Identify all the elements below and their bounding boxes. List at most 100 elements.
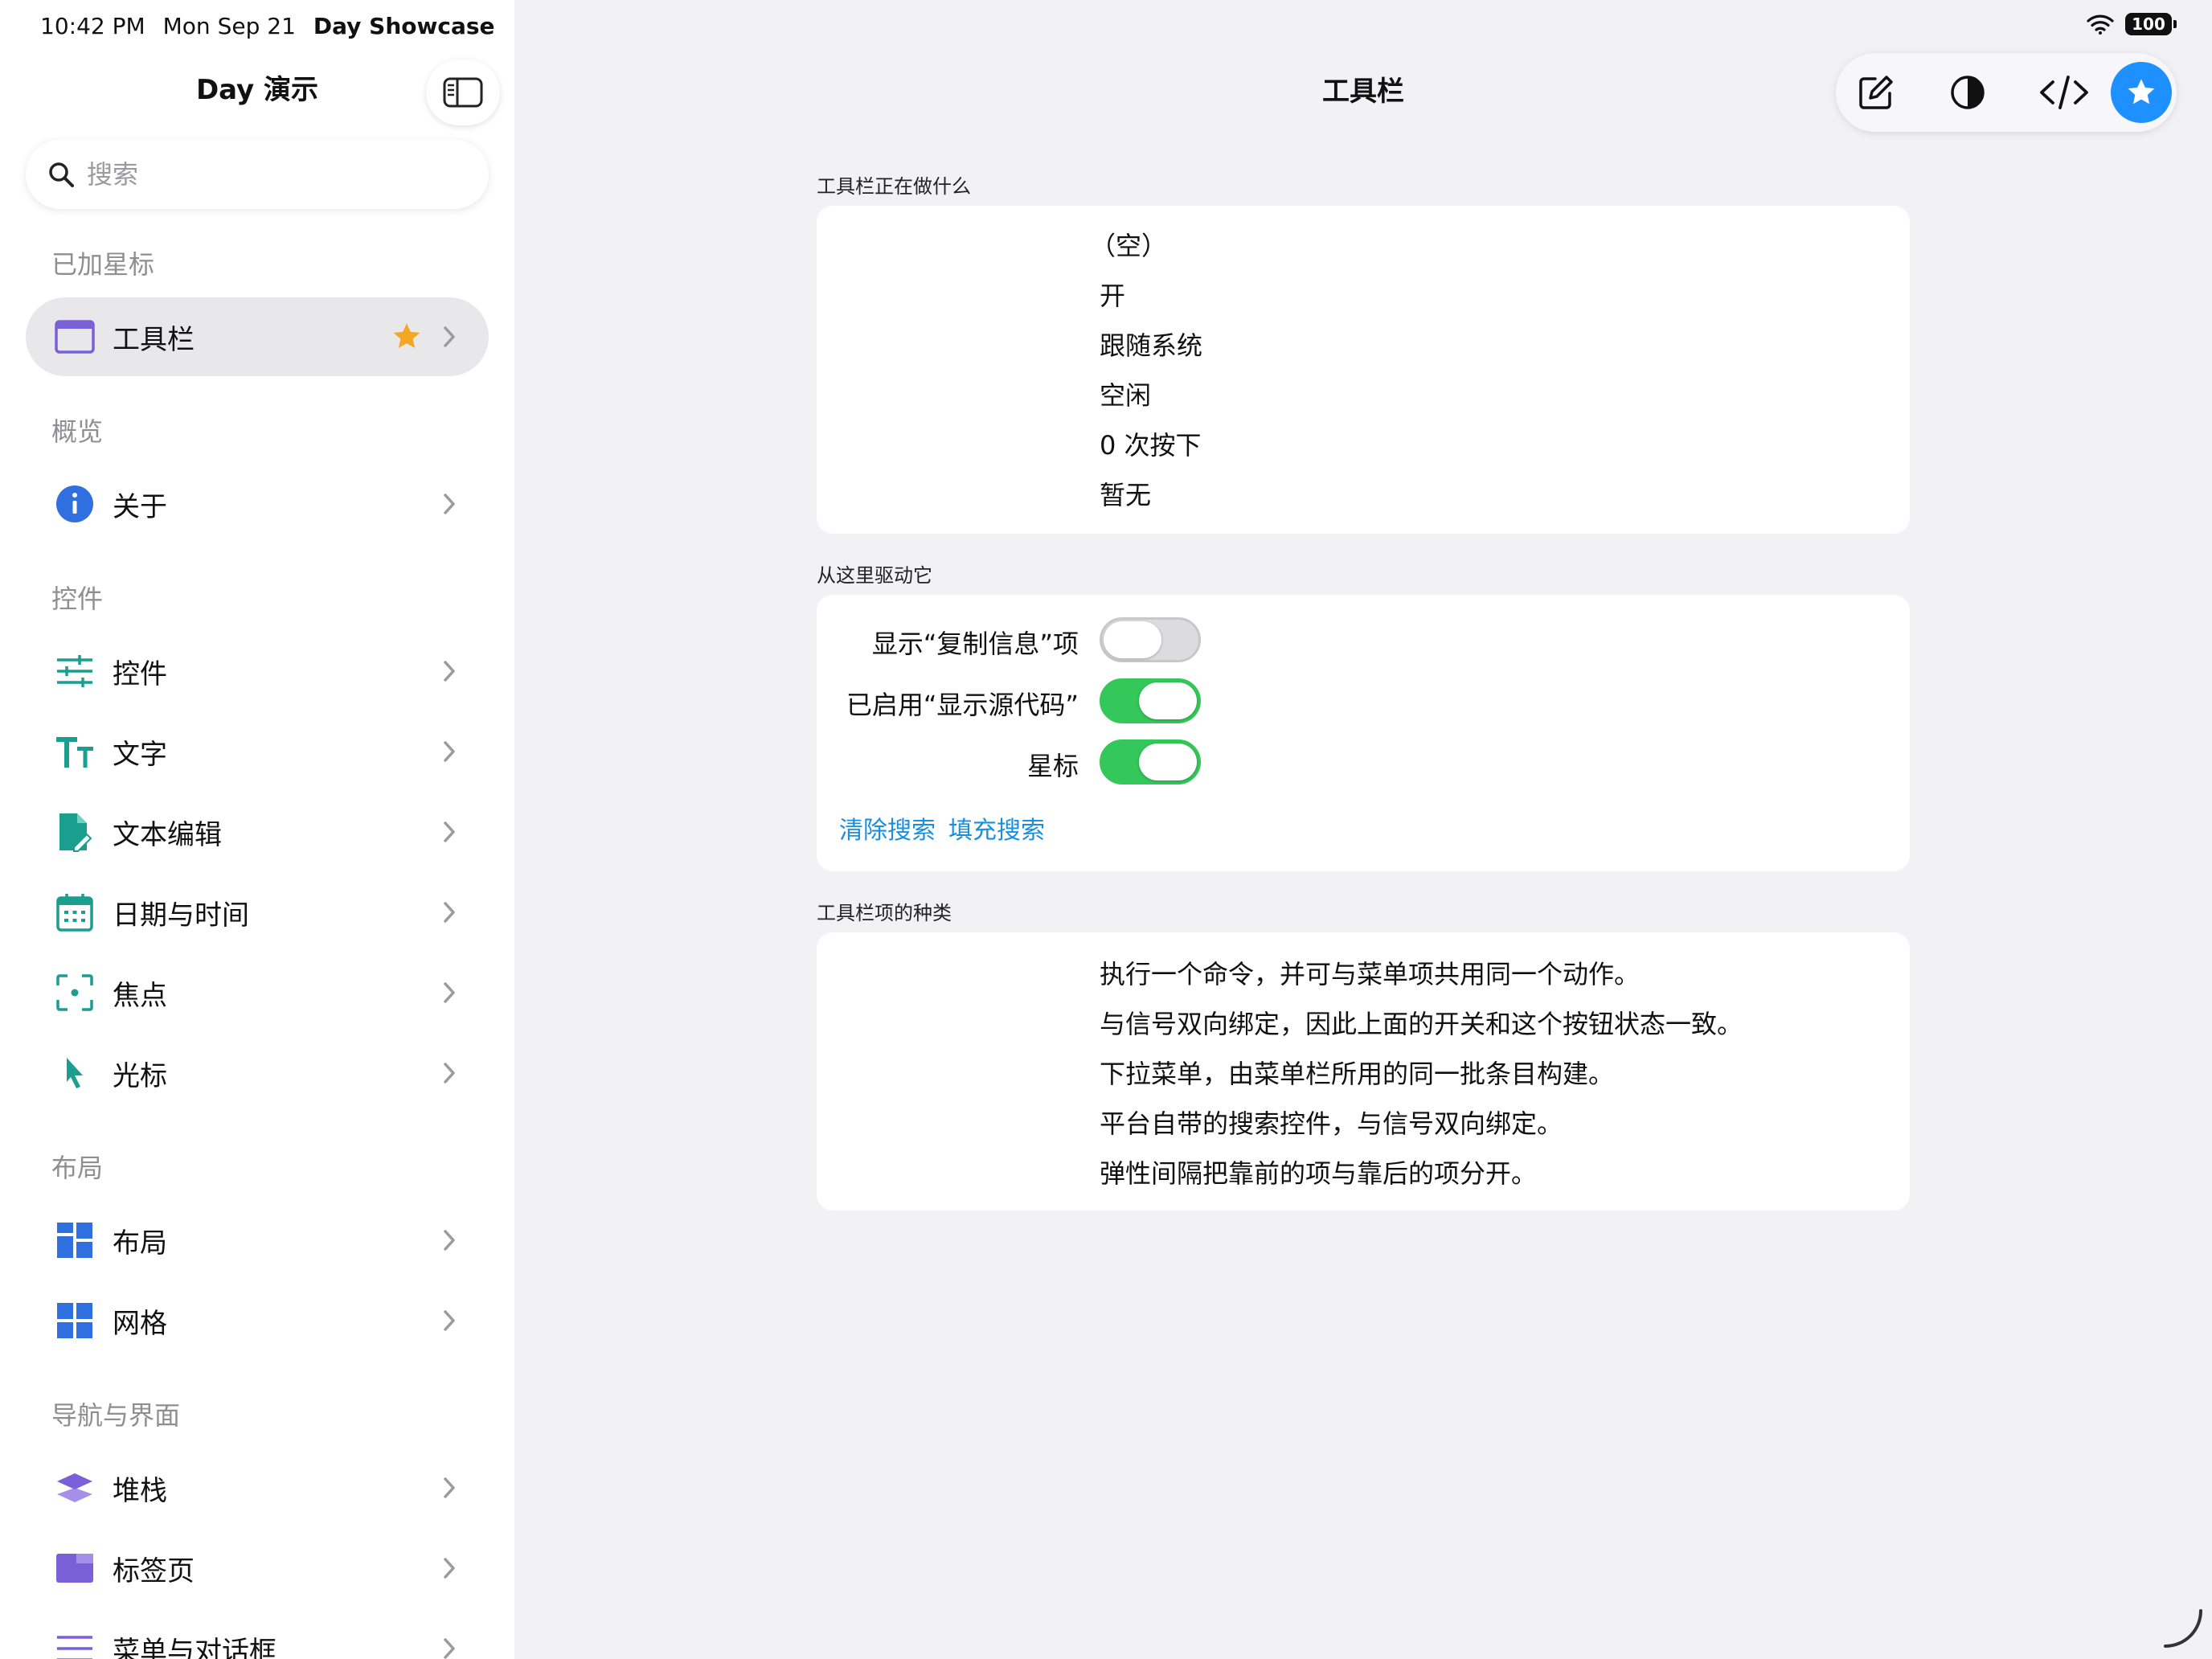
toggle-label: 已启用“显示源代码” [846, 690, 1079, 720]
battery-indicator: 100 [2125, 13, 2177, 35]
toggle-row-star: 星标 [817, 739, 1910, 788]
star-icon [2128, 79, 2155, 104]
appearance-icon [1951, 76, 1985, 109]
sidebar-item-label: 控件 [113, 657, 167, 690]
stack-icon [53, 1466, 96, 1509]
kind-description: 弹性间隔把靠前的项与靠后的项分开。 [1100, 1158, 1538, 1189]
chevron-right-icon [437, 1057, 461, 1089]
compose-button[interactable] [1845, 62, 1907, 123]
window-icon [53, 315, 96, 358]
kind-description: 与信号双向绑定，因此上面的开关和这个按钮状态一致。 [1100, 1009, 1743, 1039]
sidebar-search[interactable] [26, 140, 489, 209]
chevron-right-icon [437, 977, 461, 1009]
compose-icon [1859, 76, 1893, 109]
sidebar-item-date-time[interactable]: 日期与时间 [26, 873, 489, 952]
resize-handle-icon[interactable] [2162, 1608, 2204, 1649]
star-switch[interactable] [1100, 739, 1201, 784]
chevron-right-icon [437, 1305, 461, 1337]
sidebar-item-label: 文字 [113, 738, 167, 771]
sliders-icon [53, 649, 96, 693]
kinds-section-label: 工具栏项的种类 [817, 902, 952, 924]
tabs-icon [53, 1546, 96, 1590]
chevron-right-icon [437, 1552, 461, 1584]
source-code-icon [2040, 76, 2088, 109]
status-value: 开 [1100, 281, 1126, 311]
chevron-right-icon [437, 321, 461, 353]
search-icon [49, 162, 74, 187]
layout-grid-icon [53, 1219, 96, 1262]
section-header-controls: 控件 [51, 584, 104, 614]
appearance-button[interactable] [1937, 62, 1998, 123]
kinds-card: 按钮 执行一个命令，并可与菜单项共用同一个动作。 开关 与信号双向绑定，因此上面… [817, 932, 1910, 1210]
fill-search-button[interactable]: 填充搜索 [948, 810, 1045, 846]
calendar-icon [53, 891, 96, 934]
status-value: （空） [1090, 231, 1168, 261]
wifi-icon [2087, 14, 2114, 35]
sidebar-item-label: 工具栏 [113, 323, 195, 356]
section-header-layout: 布局 [51, 1153, 104, 1183]
main-content: 100 工具栏 工具栏正在做什么 （空） 开 跟随系统 空闲 0 次按下 暂无 … [514, 0, 2212, 1659]
status-bar-left: 10:42 PM Mon Sep 21 Day Showcase [40, 13, 495, 39]
sidebar-item-text[interactable]: 文字 [26, 712, 489, 791]
toggle-label: 星标 [1026, 751, 1079, 781]
sidebar-item-cursor[interactable]: 光标 [26, 1034, 489, 1112]
status-card: 搜索文字 （空） 星标 开 外观 跟随系统 录制器 空闲 按下次数 0 次按下 … [817, 206, 1910, 534]
status-bar-right: 100 [2087, 13, 2177, 35]
source-code-button[interactable] [2034, 62, 2095, 123]
star-button[interactable] [2111, 62, 2172, 123]
status-value: 0 次按下 [1100, 430, 1202, 461]
star-icon [391, 321, 423, 353]
kind-description: 平台自带的搜索控件，与信号双向绑定。 [1100, 1108, 1563, 1139]
chevron-right-icon [437, 1632, 461, 1659]
sidebar-item-label: 网格 [113, 1307, 167, 1340]
sidebar-item-toolbar[interactable]: 工具栏 [26, 297, 489, 376]
sidebar-toggle-button[interactable] [426, 59, 500, 125]
drive-section-label: 从这里驱动它 [817, 564, 932, 587]
menu-icon [53, 1627, 96, 1659]
kind-description: 下拉菜单，由菜单栏所用的同一批条目构建。 [1100, 1059, 1615, 1089]
drive-card: 显示“复制信息”项 已启用“显示源代码” 星标 清除搜索 填充搜索 [817, 595, 1910, 871]
status-section-label: 工具栏正在做什么 [817, 175, 971, 198]
sidebar-item-label: 菜单与对话框 [113, 1635, 276, 1659]
sidebar-item-layout[interactable]: 布局 [26, 1201, 489, 1280]
sidebar-item-menus-dialogs[interactable]: 菜单与对话框 [26, 1609, 489, 1659]
search-input[interactable] [87, 159, 457, 190]
sidebar-item-label: 关于 [113, 490, 167, 523]
focus-icon [53, 971, 96, 1014]
status-value: 空闲 [1100, 380, 1152, 411]
sidebar-item-label: 焦点 [113, 979, 167, 1012]
chevron-right-icon [437, 896, 461, 928]
text-size-icon [53, 730, 96, 773]
sidebar-item-grid[interactable]: 网格 [26, 1281, 489, 1360]
section-header-overview: 概览 [51, 416, 104, 447]
chevron-right-icon [437, 1224, 461, 1256]
chevron-right-icon [437, 816, 461, 848]
sidebar-item-about[interactable]: 关于 [26, 465, 489, 543]
sidebar-item-text-editing[interactable]: 文本编辑 [26, 793, 489, 871]
toolbar-group [1836, 53, 2177, 132]
chevron-right-icon [437, 735, 461, 768]
sidebar: 10:42 PM Mon Sep 21 Day Showcase Day 演示 … [0, 0, 514, 1659]
sidebar-item-label: 文本编辑 [113, 818, 222, 851]
toggle-row-copy-info: 显示“复制信息”项 [817, 617, 1910, 666]
status-time: 10:42 PM [40, 13, 145, 39]
pointer-icon [53, 1051, 96, 1095]
sidebar-item-controls[interactable]: 控件 [26, 632, 489, 711]
copy-info-switch[interactable] [1100, 617, 1201, 662]
switch-knob [1104, 621, 1161, 658]
sidebar-item-focus[interactable]: 焦点 [26, 953, 489, 1032]
clear-search-button[interactable]: 清除搜索 [839, 810, 936, 846]
sidebar-item-tabs[interactable]: 标签页 [26, 1529, 489, 1608]
chevron-right-icon [437, 488, 461, 520]
section-header-starred: 已加星标 [51, 249, 155, 280]
document-edit-icon [53, 810, 96, 854]
show-source-switch[interactable] [1100, 678, 1201, 723]
sidebar-item-label: 日期与时间 [113, 899, 249, 932]
sidebar-item-label: 堆栈 [113, 1474, 167, 1507]
kind-description: 执行一个命令，并可与菜单项共用同一个动作。 [1100, 959, 1641, 989]
toggle-label: 显示“复制信息”项 [871, 629, 1079, 659]
status-value: 暂无 [1100, 480, 1152, 510]
sidebar-icon [443, 77, 483, 108]
status-app-name: Day Showcase [313, 13, 495, 39]
sidebar-item-stack[interactable]: 堆栈 [26, 1448, 489, 1527]
